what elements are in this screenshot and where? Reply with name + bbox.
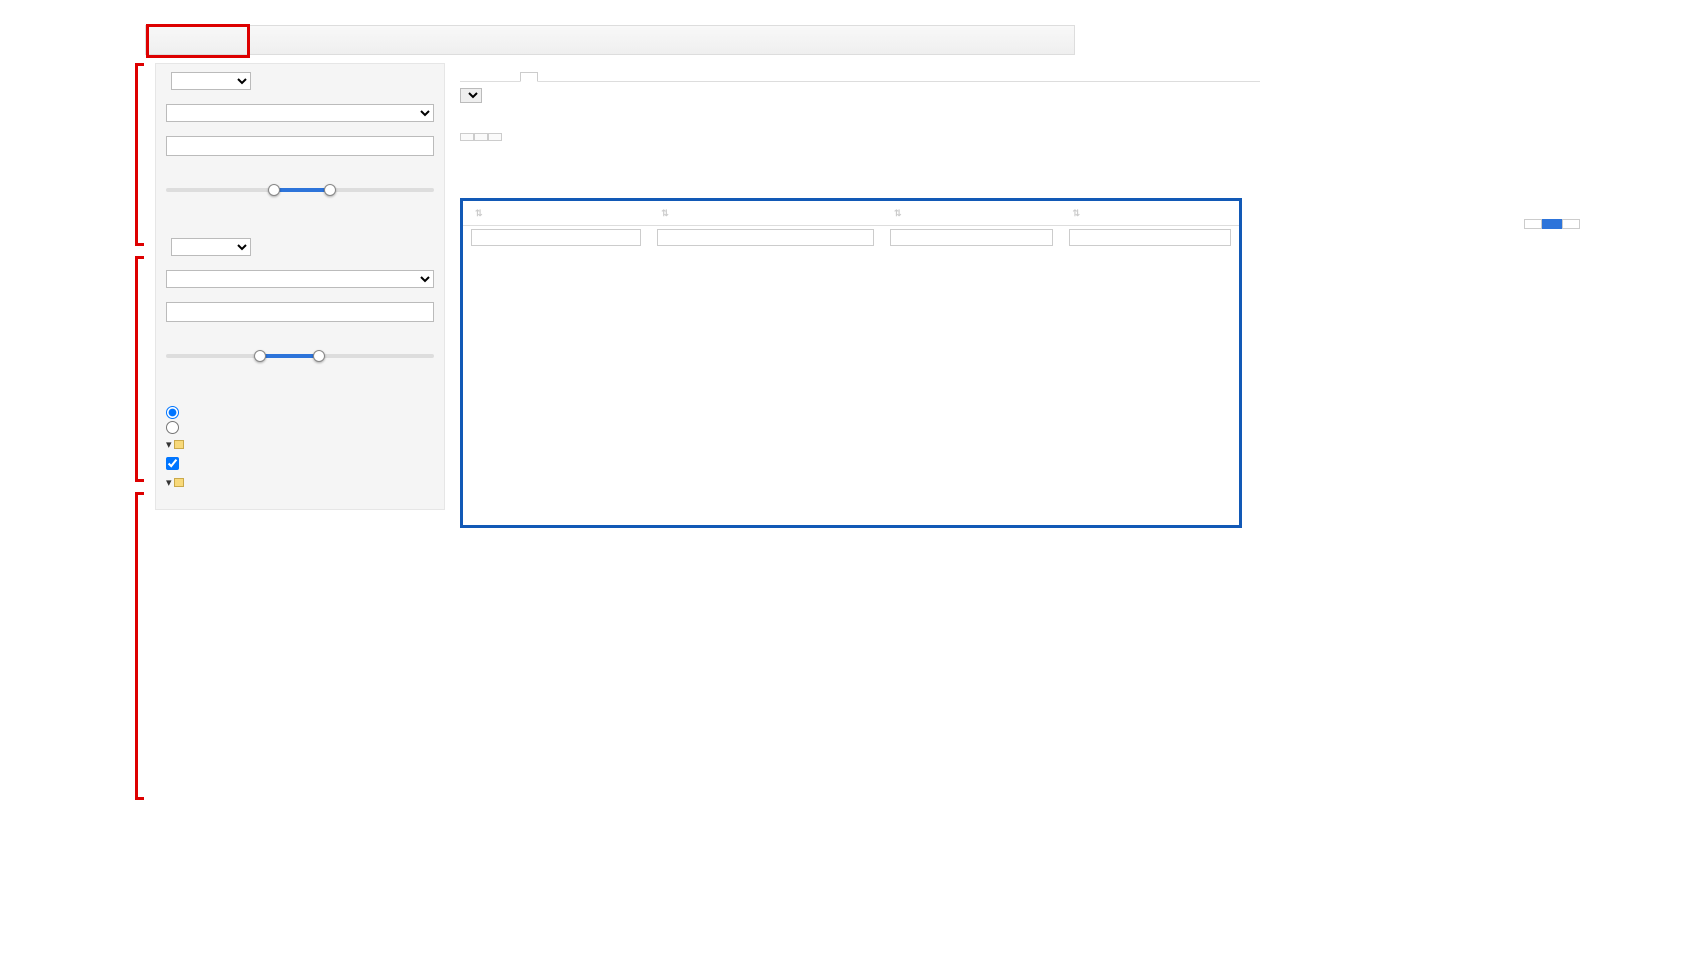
y-datatype-select[interactable] (166, 270, 434, 288)
main-area (460, 63, 1260, 141)
results-table: ⇅ ⇅ ⇅ ⇅ (463, 201, 1239, 249)
tab-compare[interactable] (500, 71, 504, 81)
x-datatype-select[interactable] (166, 104, 434, 122)
tissue-tree-include: ▾ (166, 438, 434, 451)
col-corr[interactable]: ⇅ (882, 201, 1060, 226)
y-cellline-select[interactable] (171, 238, 251, 256)
print-button[interactable] (474, 133, 488, 141)
sort-icon: ⇅ (894, 208, 902, 218)
show-entries-row (460, 88, 1260, 103)
x-cellline-select[interactable] (171, 72, 251, 90)
annotation-bracket-1 (135, 63, 144, 246)
sort-icon: ⇅ (661, 208, 669, 218)
copy-button[interactable] (460, 133, 474, 141)
radio-include[interactable] (166, 406, 179, 419)
show-color-checkbox[interactable] (166, 457, 179, 470)
tab-viewdata[interactable] (480, 71, 484, 81)
pagination (1524, 219, 1580, 229)
download-button[interactable] (488, 133, 502, 141)
tab-tissuecorr[interactable] (520, 72, 538, 82)
sort-icon: ⇅ (475, 208, 483, 218)
radio-exclude[interactable] (166, 421, 179, 434)
annotation-bracket-2 (135, 256, 144, 482)
sub-tabs (460, 71, 1260, 82)
sidebar-panel: ▾ ▾ (155, 63, 445, 510)
next-page-button[interactable] (1562, 219, 1580, 229)
table-export-buttons (460, 133, 1260, 141)
col-pval[interactable]: ⇅ (1061, 201, 1240, 226)
current-page[interactable] (1542, 219, 1562, 229)
prev-page-button[interactable] (1524, 219, 1542, 229)
annotation-bracket-3 (135, 492, 144, 800)
x-ident-input[interactable] (166, 136, 434, 156)
x-range-slider[interactable] (166, 174, 434, 210)
col-tissue[interactable]: ⇅ (463, 201, 649, 226)
y-ident-input[interactable] (166, 302, 434, 322)
y-range-slider[interactable] (166, 340, 434, 376)
highlight-box-univariate (146, 24, 250, 58)
folder-icon (174, 440, 184, 449)
results-table-container: ⇅ ⇅ ⇅ ⇅ (460, 198, 1242, 528)
filter-corr[interactable] (890, 229, 1052, 246)
show-count-select[interactable] (460, 88, 482, 103)
tree-minus-icon-2[interactable]: ▾ (166, 476, 172, 489)
tree-minus-icon[interactable]: ▾ (166, 438, 172, 451)
filter-pval[interactable] (1069, 229, 1232, 246)
filter-tissue[interactable] (471, 229, 641, 246)
col-obs[interactable]: ⇅ (649, 201, 882, 226)
tab-plotdata[interactable] (460, 71, 464, 81)
sort-icon: ⇅ (1073, 208, 1081, 218)
filter-obs[interactable] (657, 229, 874, 246)
top-nav (145, 25, 1075, 55)
tissue-tree-color: ▾ (166, 476, 434, 489)
folder-icon (174, 478, 184, 487)
